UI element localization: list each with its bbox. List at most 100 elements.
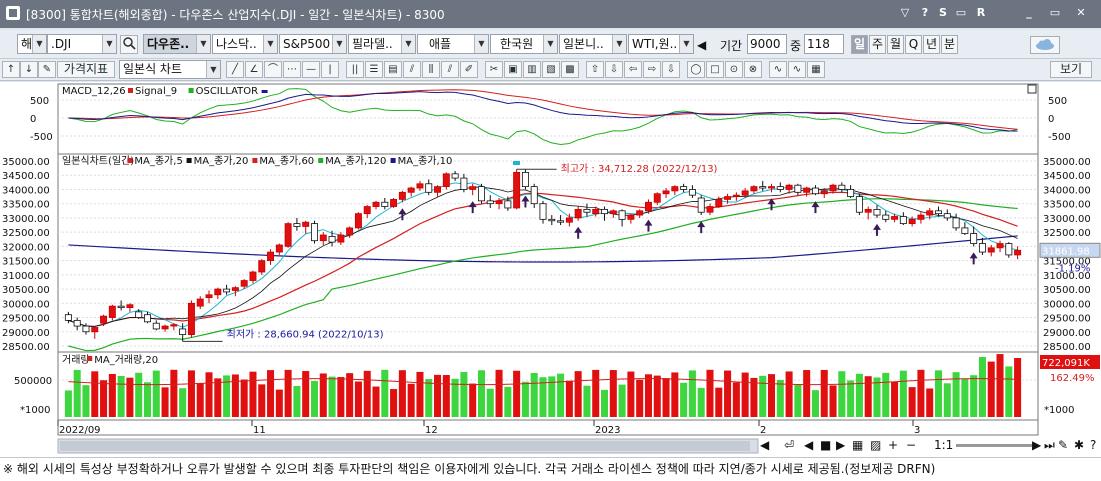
- image-tool-icon[interactable]: ▩: [561, 61, 579, 78]
- edit-icon[interactable]: ✎: [38, 61, 56, 78]
- edit-icon[interactable]: ✎: [1058, 438, 1068, 452]
- zoom-tool-icon[interactable]: ⊙: [725, 61, 743, 78]
- settings-icon[interactable]: ✱: [1074, 438, 1084, 452]
- period-week-button[interactable]: 주: [869, 35, 886, 54]
- fibonacci-tool-icon[interactable]: ☰: [365, 61, 383, 78]
- volume-bar: [249, 371, 257, 417]
- clear-tool-icon[interactable]: ⊗: [744, 61, 762, 78]
- quick-index-krw[interactable]: 한국원 ▼: [490, 34, 558, 54]
- nav-zoom-icon[interactable]: ▨: [870, 438, 881, 452]
- gann-tool-icon[interactable]: ⫼: [422, 61, 440, 78]
- minimize-button[interactable]: _: [1022, 5, 1036, 21]
- right-arrow-tool-icon[interactable]: ⇨: [643, 61, 661, 78]
- wave2-tool-icon[interactable]: ∿: [788, 61, 806, 78]
- quick-index-sp500[interactable]: S&P500 ▼: [279, 34, 347, 54]
- candle-body: [152, 322, 160, 330]
- s-button[interactable]: S: [937, 5, 949, 21]
- market-select[interactable]: 해 ▼: [17, 34, 47, 54]
- x-axis-label: 11: [253, 425, 266, 436]
- nav-forward-icon[interactable]: ▶: [836, 438, 845, 452]
- period-minute-button[interactable]: 분: [941, 35, 958, 54]
- down-arrow-tool-icon[interactable]: ⇩: [605, 61, 623, 78]
- pattern-tool-icon[interactable]: ▧: [542, 61, 560, 78]
- volume-bar: [390, 389, 398, 417]
- volume-bar: [495, 369, 503, 417]
- vline-tool-icon[interactable]: |: [321, 61, 339, 78]
- volume-bar: [680, 382, 688, 417]
- period-label: 기간: [720, 39, 743, 53]
- parallel-tool-icon[interactable]: ||: [346, 61, 364, 78]
- indicator-button[interactable]: 가격지표: [57, 61, 115, 78]
- mark-tool-icon[interactable]: ⇩: [662, 61, 680, 78]
- grid-tool-icon[interactable]: ▤: [384, 61, 402, 78]
- quick-index-nasdaq[interactable]: 나스닥.. ▼: [212, 34, 278, 54]
- quick-index-nikkei[interactable]: 일본니.. ▼: [559, 34, 627, 54]
- pen-tool-icon[interactable]: ✐: [460, 61, 478, 78]
- nav-start-icon[interactable]: ⏎: [784, 438, 794, 452]
- period-month-button[interactable]: 월: [887, 35, 904, 54]
- box-tool-icon[interactable]: ▣: [504, 61, 522, 78]
- volume-bar: [354, 381, 362, 417]
- rect-tool-icon[interactable]: □: [706, 61, 724, 78]
- help-icon[interactable]: ?: [1090, 438, 1096, 452]
- volume-bar: [803, 370, 811, 417]
- volume-bar: [653, 375, 661, 417]
- zoom-in-icon[interactable]: +: [888, 438, 898, 452]
- nav-next-icon[interactable]: ▶: [1032, 438, 1041, 452]
- nav-back-icon[interactable]: ◀: [804, 438, 813, 452]
- quick-index-dow[interactable]: 다우존.. ▼: [143, 34, 211, 54]
- volume-bar: [601, 389, 609, 417]
- cut-tool-icon[interactable]: ✂: [485, 61, 503, 78]
- zoom-out-icon[interactable]: −: [906, 438, 916, 452]
- period-quarter-button[interactable]: Q: [905, 35, 922, 54]
- volume-bar: [293, 385, 301, 417]
- nav-stop-icon[interactable]: ■: [820, 438, 831, 452]
- nav-prev-icon[interactable]: ◀: [760, 438, 769, 452]
- zoom-slider[interactable]: [956, 444, 1032, 447]
- line-tool-icon[interactable]: ╱: [226, 61, 244, 78]
- view-button[interactable]: 보기: [1050, 61, 1092, 78]
- candle-body: [486, 200, 494, 205]
- up-down-arrow-icon[interactable]: ↑: [2, 61, 20, 78]
- angle-tool-icon[interactable]: ∠: [245, 61, 263, 78]
- nav-end-icon[interactable]: ⏭: [1044, 438, 1055, 453]
- search-icon[interactable]: [120, 35, 138, 54]
- volume-bar: [302, 371, 310, 417]
- help-icon[interactable]: ?: [919, 5, 931, 21]
- dotted-tool-icon[interactable]: ⋯: [283, 61, 301, 78]
- maximize-button[interactable]: ▭: [1048, 5, 1062, 21]
- erase-tool-icon[interactable]: ▦: [807, 61, 825, 78]
- quick-index-wti[interactable]: WTI,원.. ▼: [628, 34, 694, 54]
- count-input[interactable]: 118: [804, 34, 844, 54]
- up-arrow-tool-icon[interactable]: ⇧: [586, 61, 604, 78]
- screen-icon[interactable]: ▭: [955, 5, 967, 21]
- period-year-button[interactable]: 년: [923, 35, 940, 54]
- candle-body: [557, 220, 565, 223]
- arc-tool-icon[interactable]: ⌒: [264, 61, 282, 78]
- close-button[interactable]: ✕: [1074, 5, 1088, 21]
- quick-index-apple[interactable]: 애플 ▼: [417, 34, 489, 54]
- candle-body: [275, 244, 283, 253]
- quick-index-sox[interactable]: 필라델.. ▼: [348, 34, 416, 54]
- left-arrow-tool-icon[interactable]: ⇦: [624, 61, 642, 78]
- cloud-icon[interactable]: [1030, 36, 1060, 54]
- dropdown-icon[interactable]: ▽: [899, 5, 911, 21]
- circle-tool-icon[interactable]: ◯: [687, 61, 705, 78]
- fill-tool-icon[interactable]: ▥: [523, 61, 541, 78]
- chart-canvas[interactable]: 35000.00 35000.00 34500.00 34500.00 34000.00…: [0, 82, 1101, 457]
- fan-tool-icon[interactable]: ⫽: [441, 61, 459, 78]
- chart-type-select[interactable]: 일본식 차트 ▼: [119, 60, 221, 79]
- wave-tool-icon[interactable]: ∿: [769, 61, 787, 78]
- channel-tool-icon[interactable]: ⫽: [403, 61, 421, 78]
- candle-body: [381, 201, 389, 207]
- nav-chart-icon[interactable]: ▦: [852, 438, 863, 452]
- candle-body: [978, 243, 986, 253]
- r-button[interactable]: R: [975, 5, 987, 21]
- period-day-button[interactable]: 일: [851, 35, 868, 54]
- hline-tool-icon[interactable]: —: [302, 61, 320, 78]
- period-input[interactable]: 9000: [747, 34, 787, 54]
- symbol-input[interactable]: .DJI ▼: [47, 34, 117, 54]
- down-arrow-icon[interactable]: ↓: [20, 61, 38, 78]
- prev-arrow-icon[interactable]: ◀: [697, 38, 706, 52]
- chart-area[interactable]: 35000.00 35000.00 34500.00 34500.00 34000.00…: [0, 82, 1101, 457]
